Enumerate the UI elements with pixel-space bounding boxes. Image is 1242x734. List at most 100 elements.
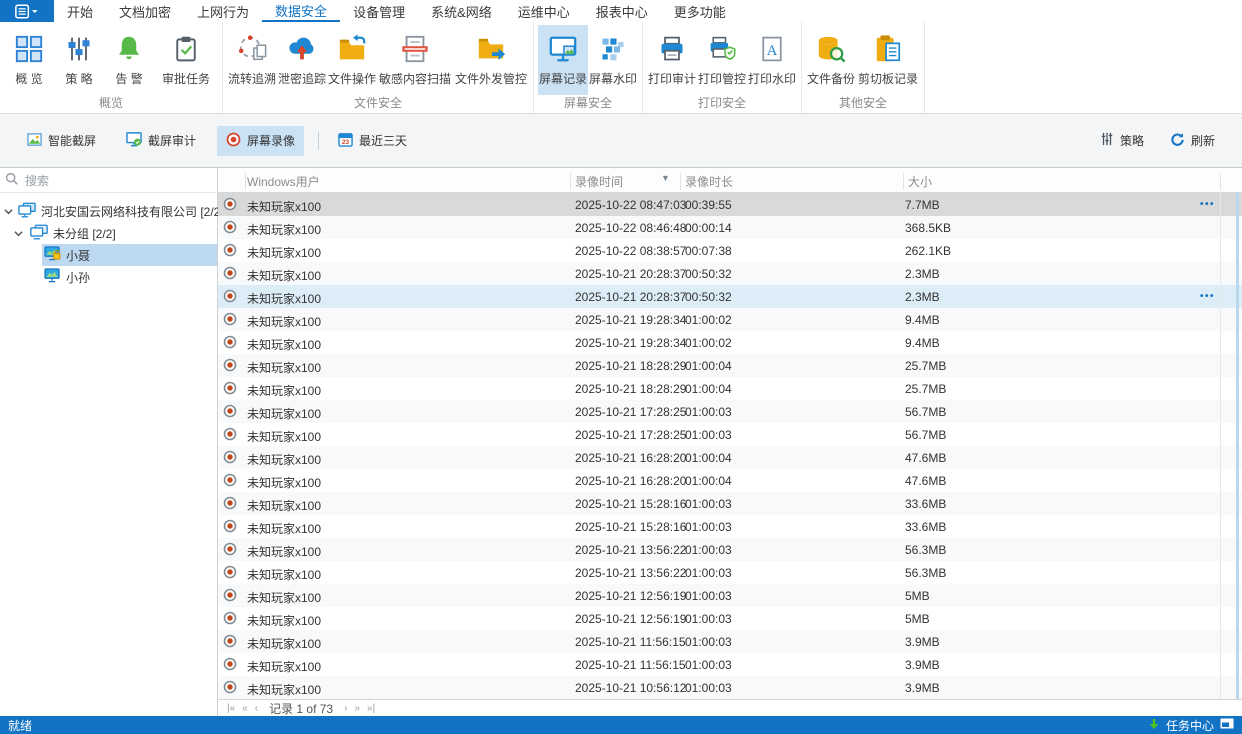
cell-record-time: 2025-10-21 15:28:16 (575, 520, 686, 534)
tab-more[interactable]: 更多功能 (661, 0, 739, 22)
cell-windows-user: 未知玩家x100 (247, 497, 321, 514)
cell-record-time: 2025-10-21 15:28:16 (575, 497, 686, 511)
record-icon (223, 289, 237, 306)
flow-trace-button[interactable]: 流转追溯 (227, 25, 277, 95)
table-row[interactable]: 未知玩家x1002025-10-21 11:56:1501:00:033.9MB (218, 630, 1242, 653)
policy-button[interactable]: 策 略 (54, 25, 104, 95)
table-row[interactable]: 未知玩家x1002025-10-21 12:56:1901:00:035MB (218, 607, 1242, 630)
cell-size: 47.6MB (905, 451, 946, 465)
file-backup-button[interactable]: 文件备份 (806, 25, 856, 95)
column-header-duration[interactable]: 录像时长 (685, 173, 733, 190)
smart-capture-button[interactable]: 智能截屏 (18, 126, 105, 156)
tree-node-terminal-xiaosun[interactable]: 小孙 (0, 266, 217, 288)
column-header-record-time[interactable]: 录像时间 (575, 173, 623, 190)
cell-record-time: 2025-10-21 20:28:37 (575, 290, 686, 304)
sub-toolbar: 智能截屏 截屏审计 屏幕录像 23 最近三天 策略 刷新 (0, 114, 1242, 168)
strategy-button[interactable]: 策略 (1091, 126, 1153, 156)
group-label-overview: 概览 (0, 94, 222, 111)
table-row[interactable]: 未知玩家x1002025-10-21 13:56:2201:00:0356.3M… (218, 561, 1242, 584)
recordings-table: Windows用户 录像时间 ▼ 录像时长 大小 未知玩家x1002025-10… (218, 168, 1242, 716)
cell-record-time: 2025-10-22 08:38:57 (575, 244, 686, 258)
cell-windows-user: 未知玩家x100 (247, 382, 321, 399)
table-row[interactable]: 未知玩家x1002025-10-21 11:56:1501:00:033.9MB (218, 653, 1242, 676)
next-block-button[interactable]: » (354, 703, 360, 714)
clipboard-record-button[interactable]: 剪切板记录 (856, 25, 920, 95)
table-row[interactable]: 未知玩家x1002025-10-21 18:28:2901:00:0425.7M… (218, 354, 1242, 377)
table-row[interactable]: 未知玩家x1002025-10-21 16:28:2001:00:0447.6M… (218, 446, 1242, 469)
alert-button[interactable]: 告 警 (104, 25, 154, 95)
approval-tasks-button[interactable]: 审批任务 (154, 25, 218, 95)
tree-node-terminal-xiaonie[interactable]: 小聂 (0, 244, 217, 266)
task-window-icon (1220, 718, 1234, 732)
chevron-down-icon[interactable] (4, 207, 13, 216)
tab-data-security[interactable]: 数据安全 (262, 0, 340, 22)
screen-video-button[interactable]: 屏幕录像 (217, 126, 304, 156)
file-operations-button[interactable]: 文件操作 (327, 25, 377, 95)
screen-record-button[interactable]: 屏幕记录 (538, 25, 588, 95)
cell-duration: 00:07:38 (685, 244, 732, 258)
tab-device-mgmt[interactable]: 设备管理 (340, 0, 418, 22)
prev-block-button[interactable]: « (242, 703, 248, 714)
table-row[interactable]: 未知玩家x1002025-10-21 13:56:2201:00:0356.3M… (218, 538, 1242, 561)
row-menu-button[interactable]: ••• (1200, 199, 1215, 210)
prev-page-button[interactable]: ‹ (255, 703, 258, 714)
overview-button[interactable]: 概 览 (4, 25, 54, 95)
table-row[interactable]: 未知玩家x1002025-10-21 20:28:3700:50:322.3MB… (218, 285, 1242, 308)
print-control-button[interactable]: 打印管控 (697, 25, 747, 95)
tree-node-ungrouped[interactable]: 未分组 [2/2] (0, 222, 217, 244)
printer-shield-icon (708, 31, 736, 67)
table-row[interactable]: 未知玩家x1002025-10-21 15:28:1601:00:0333.6M… (218, 492, 1242, 515)
cell-record-time: 2025-10-21 13:56:22 (575, 566, 686, 580)
column-divider (570, 173, 571, 190)
column-header-windows-user[interactable]: Windows用户 (247, 173, 320, 190)
next-page-button[interactable]: › (344, 703, 347, 714)
table-row[interactable]: 未知玩家x1002025-10-21 20:28:3700:50:322.3MB (218, 262, 1242, 285)
table-row[interactable]: 未知玩家x1002025-10-21 16:28:2001:00:0447.6M… (218, 469, 1242, 492)
leak-trace-button[interactable]: 泄密追踪 (277, 25, 327, 95)
table-row[interactable]: 未知玩家x1002025-10-21 17:28:2501:00:0356.7M… (218, 400, 1242, 423)
cell-record-time: 2025-10-21 18:28:29 (575, 382, 686, 396)
sensitive-scan-button[interactable]: 敏感内容扫描 (377, 25, 453, 95)
table-row[interactable]: 未知玩家x1002025-10-21 12:56:1901:00:035MB (218, 584, 1242, 607)
screen-watermark-button[interactable]: 屏幕水印 (588, 25, 638, 95)
tab-ops-center[interactable]: 运维中心 (505, 0, 583, 22)
ribbon-group-screen-security: 屏幕记录 屏幕水印 屏幕安全 (534, 22, 643, 113)
print-watermark-button[interactable]: A 打印水印 (747, 25, 797, 95)
vertical-scrollbar[interactable] (1236, 193, 1239, 699)
trace-cycle-icon (237, 31, 267, 67)
cell-windows-user: 未知玩家x100 (247, 681, 321, 698)
table-row[interactable]: 未知玩家x1002025-10-22 08:47:0300:39:557.7MB… (218, 193, 1242, 216)
sort-descending-icon[interactable]: ▼ (661, 173, 670, 183)
cell-windows-user: 未知玩家x100 (247, 405, 321, 422)
tab-home[interactable]: 开始 (54, 0, 106, 22)
tree-node-company[interactable]: 河北安国云网络科技有限公司 [2/2] (0, 200, 217, 222)
table-row[interactable]: 未知玩家x1002025-10-21 15:28:1601:00:0333.6M… (218, 515, 1242, 538)
table-row[interactable]: 未知玩家x1002025-10-21 18:28:2901:00:0425.7M… (218, 377, 1242, 400)
tab-web-behavior[interactable]: 上网行为 (184, 0, 262, 22)
column-header-size[interactable]: 大小 (908, 173, 932, 190)
last-page-button[interactable]: »| (367, 703, 375, 714)
chevron-down-icon[interactable] (14, 229, 25, 238)
table-row[interactable]: 未知玩家x1002025-10-21 19:28:3401:00:029.4MB (218, 308, 1242, 331)
refresh-button[interactable]: 刷新 (1161, 126, 1224, 156)
table-row[interactable]: 未知玩家x1002025-10-22 08:38:5700:07:38262.1… (218, 239, 1242, 262)
capture-audit-button[interactable]: 截屏审计 (117, 126, 205, 156)
file-outgoing-control-button[interactable]: 文件外发管控 (453, 25, 529, 95)
app-menu-button[interactable] (0, 0, 54, 22)
tab-report-center[interactable]: 报表中心 (583, 0, 661, 22)
task-center-button[interactable]: 任务中心 (1148, 717, 1234, 734)
recent-three-days-button[interactable]: 23 最近三天 (329, 126, 416, 156)
tab-system-network[interactable]: 系统&网络 (418, 0, 505, 22)
table-row[interactable]: 未知玩家x1002025-10-21 17:28:2501:00:0356.7M… (218, 423, 1242, 446)
table-row[interactable]: 未知玩家x1002025-10-21 10:56:1201:00:033.9MB (218, 676, 1242, 699)
row-menu-button[interactable]: ••• (1200, 291, 1215, 302)
first-page-button[interactable]: |« (227, 703, 235, 714)
monitor-picture-icon (548, 31, 578, 67)
cell-duration: 00:39:55 (685, 198, 732, 212)
table-row[interactable]: 未知玩家x1002025-10-21 19:28:3401:00:029.4MB (218, 331, 1242, 354)
table-row[interactable]: 未知玩家x1002025-10-22 08:46:4800:00:14368.5… (218, 216, 1242, 239)
record-icon (223, 312, 237, 329)
tab-doc-encrypt[interactable]: 文档加密 (106, 0, 184, 22)
search-input[interactable]: 搜索 (0, 168, 217, 193)
print-audit-button[interactable]: 打印审计 (647, 25, 697, 95)
